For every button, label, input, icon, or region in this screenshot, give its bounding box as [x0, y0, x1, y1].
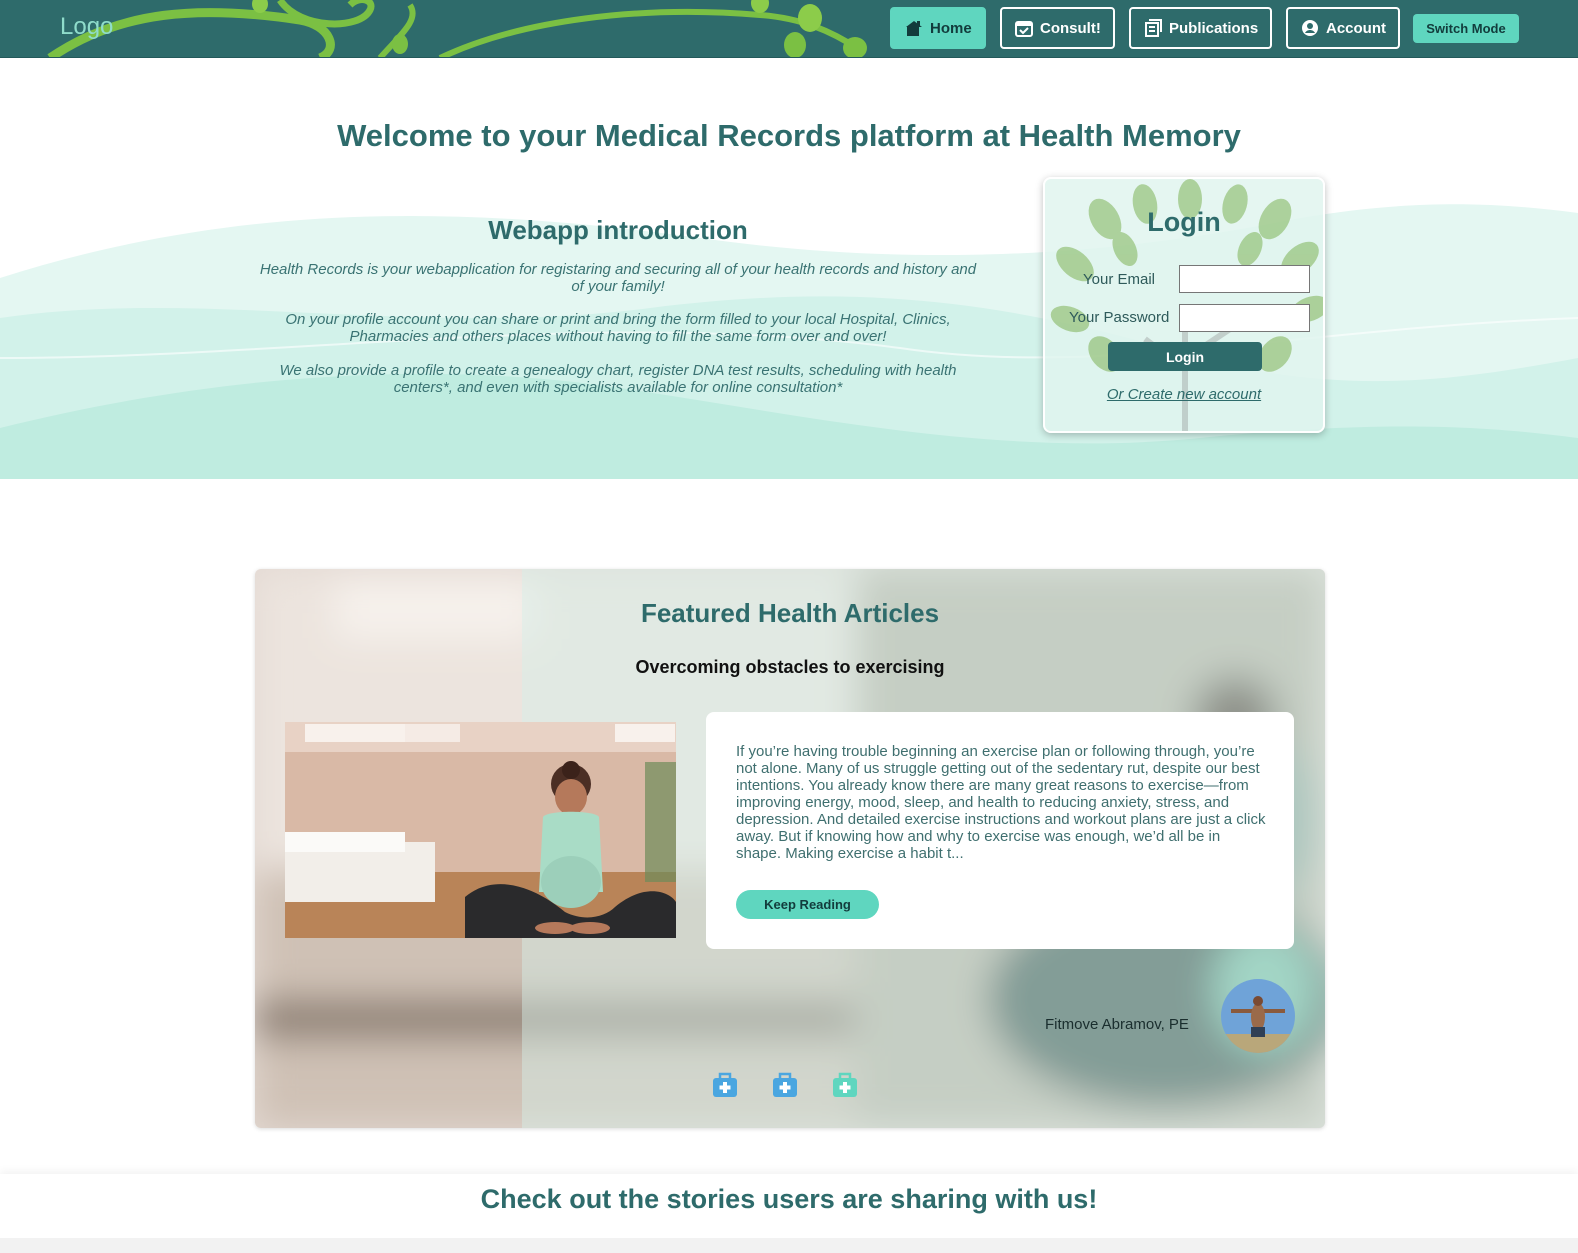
carousel-dot-2[interactable] [771, 1071, 799, 1099]
nav-home-label: Home [930, 19, 972, 37]
account-icon [1302, 20, 1318, 36]
stories-heading: Check out the stories users are sharing … [480, 1184, 1098, 1214]
hero-section: Welcome to your Medical Records platform… [0, 58, 1578, 479]
password-field[interactable] [1179, 304, 1310, 332]
carousel-dot-3[interactable] [831, 1071, 859, 1099]
author-name: Fitmove Abramov, PE [1045, 1016, 1189, 1033]
nav-account-label: Account [1326, 19, 1386, 37]
switch-mode-button[interactable]: Switch Mode [1413, 14, 1519, 43]
nav-home-button[interactable]: Home [890, 7, 986, 49]
intro-paragraph: Health Records is your webapplication fo… [259, 261, 977, 295]
author-avatar [1221, 979, 1295, 1053]
home-icon [906, 21, 922, 36]
intro-heading: Webapp introduction [488, 215, 748, 245]
login-button[interactable]: Login [1108, 342, 1262, 371]
email-field[interactable] [1179, 265, 1310, 293]
article-photo [285, 722, 676, 938]
vine-decoration [47, 0, 867, 57]
site-logo[interactable]: Logo [60, 13, 113, 41]
top-navbar: Logo Home Consult! Publications Account … [0, 0, 1578, 58]
publications-icon [1145, 19, 1162, 37]
page-bottom-strip [0, 1238, 1578, 1253]
articles-heading: Featured Health Articles [640, 598, 940, 628]
carousel-dot-1[interactable] [711, 1071, 739, 1099]
article-card: If you’re having trouble beginning an ex… [706, 712, 1294, 949]
nav-consult-button[interactable]: Consult! [1000, 7, 1115, 49]
calendar-check-icon [1015, 21, 1033, 37]
article-excerpt: If you’re having trouble beginning an ex… [736, 743, 1266, 862]
login-title: Login [1147, 207, 1221, 237]
nav-publications-button[interactable]: Publications [1129, 7, 1273, 49]
login-card: Login Your Email Your Password Login Or … [1043, 177, 1325, 433]
stories-section: Check out the stories users are sharing … [0, 1174, 1578, 1238]
featured-articles-section: Featured Health Articles Overcoming obst… [255, 569, 1325, 1128]
create-account-link[interactable]: Or Create new account [1045, 386, 1323, 403]
nav-consult-label: Consult! [1040, 19, 1101, 37]
keep-reading-button[interactable]: Keep Reading [736, 890, 879, 919]
intro-paragraph: On your profile account you can share or… [285, 311, 951, 345]
password-label: Your Password [1069, 309, 1170, 326]
nav-account-button[interactable]: Account [1286, 7, 1400, 49]
intro-paragraph: We also provide a profile to create a ge… [279, 362, 957, 396]
article-title[interactable]: Overcoming obstacles to exercising [255, 657, 1325, 678]
page-title: Welcome to your Medical Records platform… [337, 118, 1241, 153]
email-label: Your Email [1083, 271, 1155, 288]
article-image[interactable] [285, 722, 676, 938]
nav-publications-label: Publications [1169, 19, 1259, 37]
avatar-photo [1221, 979, 1295, 1053]
